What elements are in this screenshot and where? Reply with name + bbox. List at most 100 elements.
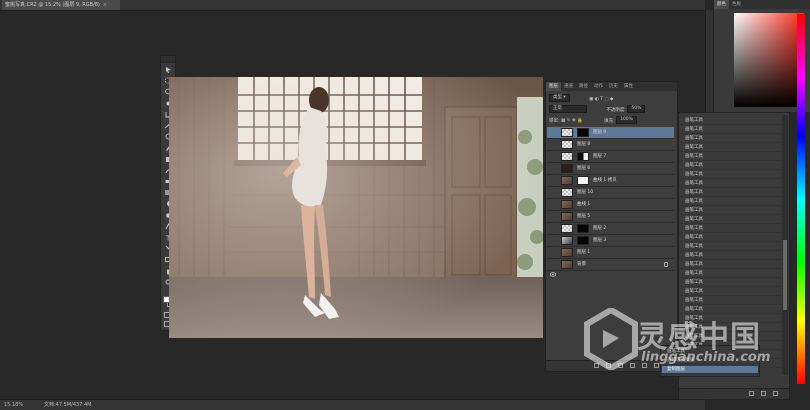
layer-row[interactable]: 曲线 1 拷贝 bbox=[547, 175, 674, 193]
history-scroll-thumb[interactable] bbox=[783, 240, 787, 310]
history-state[interactable]: 画笔工具 bbox=[680, 207, 781, 215]
history-state[interactable]: 画笔工具 bbox=[680, 189, 781, 197]
layer-thumbnail[interactable] bbox=[561, 188, 573, 197]
layers-tab[interactable]: 属性 bbox=[621, 82, 636, 91]
layer-row[interactable]: 图层 8 bbox=[547, 139, 674, 157]
layer-name[interactable]: 图层 6 bbox=[577, 163, 590, 175]
layer-row[interactable]: 图层 2 bbox=[547, 223, 674, 241]
color-picker-field[interactable] bbox=[734, 13, 804, 107]
filter-icons[interactable]: ▣ ◐ T ⬚ ◆ bbox=[589, 97, 613, 102]
history-state[interactable]: 画笔工具 bbox=[680, 198, 781, 206]
layer-mask-thumbnail[interactable] bbox=[577, 176, 589, 185]
history-panel-footer bbox=[679, 388, 789, 399]
layer-name[interactable]: 图层 5 bbox=[577, 211, 590, 223]
layer-mask-thumbnail[interactable] bbox=[577, 236, 589, 245]
eye-icon[interactable] bbox=[549, 250, 557, 265]
layer-name[interactable]: 图层 8 bbox=[577, 139, 590, 151]
layer-row[interactable]: 图层 1 bbox=[547, 247, 674, 265]
layer-name[interactable]: 图层 1 bbox=[577, 247, 590, 259]
layer-name[interactable]: 曲线 1 bbox=[577, 199, 590, 211]
new-document-from-state-icon[interactable] bbox=[749, 391, 754, 396]
history-state[interactable]: 画笔工具 bbox=[680, 243, 781, 251]
history-state[interactable]: 画笔工具 bbox=[680, 297, 781, 305]
history-state[interactable]: 画笔工具 bbox=[680, 270, 781, 278]
layer-name[interactable]: 图层 7 bbox=[593, 151, 606, 163]
layer-thumbnail[interactable] bbox=[561, 212, 573, 221]
eye-icon[interactable] bbox=[549, 154, 557, 169]
layer-mask-thumbnail[interactable] bbox=[577, 128, 589, 137]
eye-icon[interactable] bbox=[549, 262, 557, 277]
layer-row[interactable]: 图层 10 bbox=[547, 187, 674, 205]
eye-icon[interactable] bbox=[549, 166, 557, 181]
eye-icon[interactable] bbox=[549, 226, 557, 241]
history-state[interactable]: 画笔工具 bbox=[680, 162, 781, 170]
layer-name[interactable]: 图层 10 bbox=[577, 187, 593, 199]
layer-name[interactable]: 曲线 1 拷贝 bbox=[593, 175, 617, 187]
layer-thumbnail[interactable] bbox=[561, 164, 573, 173]
eye-icon[interactable] bbox=[549, 214, 557, 229]
layer-thumbnail[interactable] bbox=[561, 236, 573, 245]
layer-thumbnail[interactable] bbox=[561, 128, 573, 137]
history-state[interactable]: 画笔工具 bbox=[680, 135, 781, 143]
layer-thumbnail[interactable] bbox=[561, 260, 573, 269]
history-state[interactable]: 画笔工具 bbox=[680, 225, 781, 233]
layer-name[interactable]: 背景 bbox=[577, 259, 586, 271]
layer-thumbnail[interactable] bbox=[561, 224, 573, 233]
layer-name[interactable]: 图层 9 bbox=[593, 127, 606, 139]
layer-thumbnail[interactable] bbox=[561, 140, 573, 149]
layer-thumbnail[interactable] bbox=[561, 248, 573, 257]
layers-tab[interactable]: 动作 bbox=[591, 82, 606, 91]
eye-icon[interactable] bbox=[549, 190, 557, 205]
history-state[interactable]: 画笔工具 bbox=[680, 288, 781, 296]
history-state[interactable]: 画笔工具 bbox=[680, 171, 781, 179]
layer-row[interactable]: 背景 bbox=[547, 259, 674, 277]
history-state[interactable]: 画笔工具 bbox=[680, 252, 781, 260]
layer-row[interactable]: 图层 6 bbox=[547, 163, 674, 181]
layer-mask-thumbnail[interactable] bbox=[577, 224, 589, 233]
close-tab-icon[interactable]: × bbox=[103, 2, 107, 8]
eye-icon[interactable] bbox=[549, 130, 557, 145]
color-tab[interactable]: 颜色 bbox=[714, 0, 729, 9]
layers-tab[interactable]: 历史 bbox=[606, 82, 621, 91]
layer-row[interactable]: 图层 7 bbox=[547, 151, 674, 169]
snapshot-icon[interactable] bbox=[761, 391, 766, 396]
layer-row[interactable]: 图层 5 bbox=[547, 211, 674, 229]
eye-icon[interactable] bbox=[549, 142, 557, 157]
history-state[interactable]: 画笔工具 bbox=[680, 216, 781, 224]
trash-icon[interactable] bbox=[773, 391, 778, 396]
layer-thumbnail[interactable] bbox=[561, 176, 573, 185]
history-state[interactable]: 画笔工具 bbox=[680, 153, 781, 161]
layer-filter-select[interactable]: 类型 ▾ bbox=[549, 94, 570, 102]
layer-name[interactable]: 图层 3 bbox=[593, 235, 606, 247]
tools-panel-grip[interactable] bbox=[161, 56, 175, 63]
history-state[interactable]: 画笔工具 bbox=[680, 234, 781, 242]
layer-row[interactable]: 图层 9 bbox=[547, 127, 674, 145]
layer-row[interactable]: 图层 3 bbox=[547, 235, 674, 253]
layer-thumbnail[interactable] bbox=[561, 152, 573, 161]
color-tab[interactable]: 色板 bbox=[729, 0, 744, 9]
move-tool-icon[interactable] bbox=[164, 66, 173, 73]
hue-slider[interactable] bbox=[797, 14, 805, 384]
layer-row[interactable]: 曲线 1 bbox=[547, 199, 674, 217]
blend-mode-select[interactable]: 正常 bbox=[549, 105, 587, 113]
history-state[interactable]: 画笔工具 bbox=[680, 117, 781, 125]
history-state[interactable]: 画笔工具 bbox=[680, 144, 781, 152]
eye-icon[interactable] bbox=[549, 238, 557, 253]
history-state[interactable]: 画笔工具 bbox=[680, 180, 781, 188]
opacity-field[interactable]: 50% bbox=[627, 105, 646, 113]
layer-name[interactable]: 图层 2 bbox=[593, 223, 606, 235]
layer-thumbnail[interactable] bbox=[561, 200, 573, 209]
layers-tab[interactable]: 路径 bbox=[576, 82, 591, 91]
history-state[interactable]: 画笔工具 bbox=[680, 126, 781, 134]
eye-icon[interactable] bbox=[549, 178, 557, 193]
eye-icon[interactable] bbox=[549, 202, 557, 217]
lock-icons[interactable]: ▦ ✎ ✥ 🔒 bbox=[561, 119, 583, 124]
image-canvas[interactable] bbox=[169, 77, 543, 338]
layers-tab[interactable]: 通道 bbox=[561, 82, 576, 91]
fill-field[interactable]: 100% bbox=[616, 116, 637, 124]
history-state[interactable]: 画笔工具 bbox=[680, 279, 781, 287]
document-tab[interactable]: 蜜桃写真.CR2 @ 15.2% (图层 9, RGB/8) × bbox=[2, 0, 120, 10]
layers-tab[interactable]: 图层 bbox=[546, 82, 561, 91]
layer-mask-thumbnail[interactable] bbox=[577, 152, 589, 161]
history-state[interactable]: 画笔工具 bbox=[680, 261, 781, 269]
